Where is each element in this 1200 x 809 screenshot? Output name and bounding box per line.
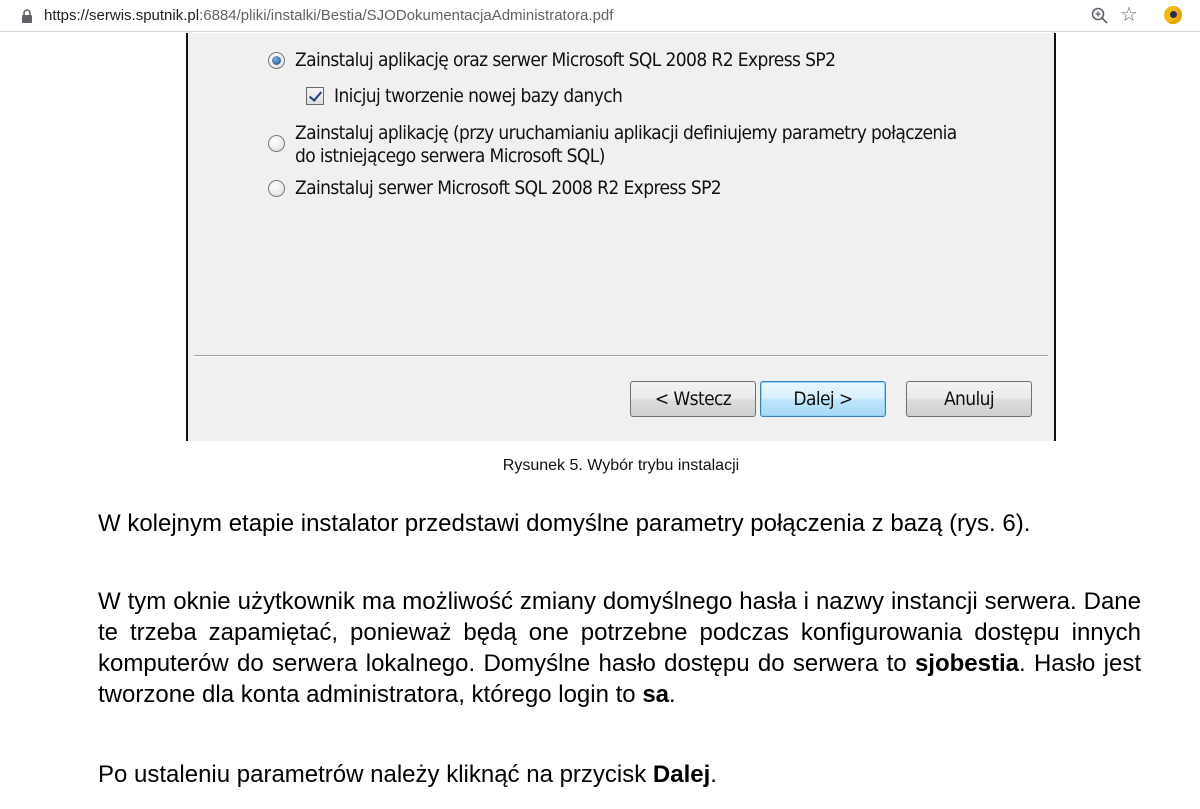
lock-icon [22, 9, 32, 23]
option-app-only-line1: Zainstaluj aplikację (przy uruchamianiu … [295, 122, 957, 144]
paragraph-password: W tym oknie użytkownik ma możliwość zmia… [98, 586, 1141, 710]
radio-app-only[interactable] [268, 135, 285, 152]
url-host: https://serwis.sputnik.pl [44, 7, 200, 24]
next-button[interactable]: Dalej > [760, 381, 886, 417]
url-text[interactable]: https://serwis.sputnik.pl:6884/pliki/ins… [44, 7, 613, 24]
button-separator [194, 355, 1048, 357]
cancel-button[interactable]: Anuluj [906, 381, 1032, 417]
new-database-label: Inicjuj tworzenie nowej bazy danych [334, 85, 623, 107]
back-button[interactable]: < Wstecz [630, 381, 756, 417]
paragraph-password-text-c: . [669, 681, 676, 708]
paragraph-intro: W kolejnym etapie instalator przedstawi … [98, 510, 1031, 537]
radio-server-only[interactable] [268, 180, 285, 197]
installer-dialog: Zainstaluj aplikację oraz serwer Microso… [186, 33, 1056, 441]
default-login: sa [642, 681, 670, 708]
url-path: :6884/pliki/instalki/Bestia/SJODokumenta… [199, 7, 614, 24]
paragraph-next-step-text-c: . [710, 761, 717, 788]
option-server-only[interactable]: Zainstaluj serwer Microsoft SQL 2008 R2 … [268, 177, 722, 200]
browser-address-bar[interactable]: https://serwis.sputnik.pl:6884/pliki/ins… [0, 0, 1200, 32]
paragraph-next-step-text-a: Po ustaleniu parametrów należy kliknąć n… [98, 761, 653, 788]
new-database-checkbox[interactable] [306, 87, 324, 105]
extension-icon[interactable] [1164, 6, 1182, 24]
option-app-only[interactable]: Zainstaluj aplikację (przy uruchamianiu … [268, 122, 957, 168]
radio-full-install[interactable] [268, 52, 285, 69]
star-icon[interactable]: ☆ [1120, 4, 1138, 26]
zoom-icon[interactable] [1090, 6, 1110, 26]
paragraph-next-step: Po ustaleniu parametrów należy kliknąć n… [98, 759, 1141, 790]
option-full-install[interactable]: Zainstaluj aplikację oraz serwer Microso… [268, 49, 836, 72]
option-full-install-label: Zainstaluj aplikację oraz serwer Microso… [295, 49, 836, 71]
option-server-only-label: Zainstaluj serwer Microsoft SQL 2008 R2 … [295, 177, 722, 199]
option-app-only-line2: do istniejącego serwera Microsoft SQL) [295, 145, 605, 167]
default-password: sjobestia [914, 650, 1019, 677]
next-button-reference: Dalej [652, 761, 711, 788]
figure-caption: Rysunek 5. Wybór trybu instalacji [502, 457, 740, 474]
